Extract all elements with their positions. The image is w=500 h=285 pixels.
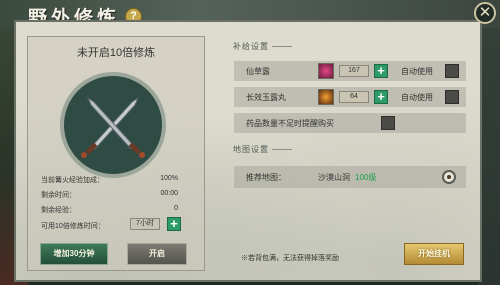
supply-row-3: 药品数量不足时提醒购买 <box>234 113 466 133</box>
crossed-swords-emblem <box>60 72 166 178</box>
auto-use-checkbox[interactable] <box>445 90 459 104</box>
exp-bonus-label: 当前篝火经验加成： <box>41 177 104 184</box>
map-row[interactable]: 推荐地图： 沙漠山洞 100级 <box>234 166 466 188</box>
auto-use-label: 自动使用 <box>401 67 433 76</box>
remaining-time-label: 剩余时间： <box>41 192 76 199</box>
auto-use-label: 自动使用 <box>401 93 433 102</box>
orange-pill-icon[interactable] <box>318 89 334 105</box>
recommend-map-label: 推荐地图： <box>246 173 286 182</box>
start-training-button[interactable]: 开启 <box>127 243 187 265</box>
supply-row-2: 长效玉露丸 64 + 自动使用 <box>234 87 466 107</box>
map-level: 100级 <box>355 173 377 182</box>
start-hangup-button[interactable]: 开始挂机 <box>404 243 464 265</box>
bag-full-note: ※若背包满，无法获得掉落奖励 <box>241 255 339 262</box>
supply-row-1: 仙草露 167 + 自动使用 <box>234 61 466 81</box>
add-item-button[interactable]: + <box>374 64 388 78</box>
add-item-button[interactable]: + <box>374 90 388 104</box>
exp-bonus-value: 100% <box>160 175 178 182</box>
item-count: 64 <box>339 91 369 103</box>
auto-use-checkbox[interactable] <box>445 64 459 78</box>
tenfold-hours-label: 可用10倍修炼时间： <box>41 223 105 230</box>
supply-section-title: 补给设置 <box>233 42 269 51</box>
remaining-exp-label: 剩余经验： <box>41 207 76 214</box>
section-divider <box>272 46 292 47</box>
map-section-title: 地图设置 <box>233 145 269 154</box>
crossed-swords-icon <box>81 96 145 158</box>
tenfold-hours-value: 7小时 <box>130 218 160 230</box>
map-place-name: 沙漠山洞 <box>318 173 350 182</box>
add-hours-button[interactable]: + <box>167 217 181 231</box>
low-reminder-label: 药品数量不足时提醒购买 <box>246 119 334 128</box>
pink-potion-icon[interactable] <box>318 63 334 79</box>
section-divider <box>272 149 292 150</box>
low-reminder-checkbox[interactable] <box>381 116 395 130</box>
remaining-time-value: 00:00 <box>160 190 178 197</box>
training-status-title: 未开启10倍修炼 <box>76 47 156 59</box>
item-name: 长效玉露丸 <box>246 93 286 102</box>
map-select-radio[interactable] <box>442 170 456 184</box>
add-30min-button[interactable]: 增加30分钟 <box>40 243 108 265</box>
close-icon[interactable]: ✕ <box>474 2 496 24</box>
remaining-exp-value: 0 <box>174 205 178 212</box>
item-count: 167 <box>339 65 369 77</box>
item-name: 仙草露 <box>246 67 270 76</box>
